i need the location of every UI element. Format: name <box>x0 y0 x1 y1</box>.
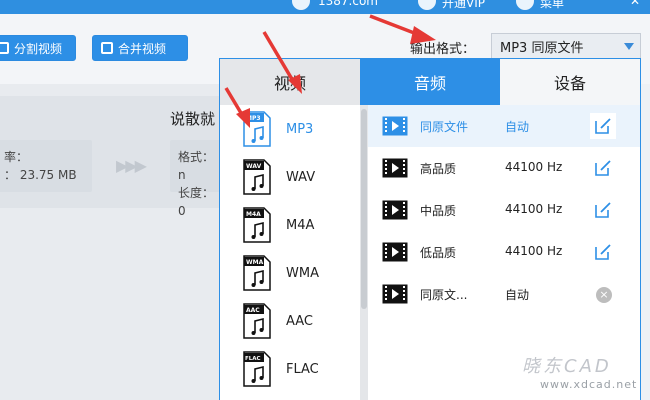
target-info-card: 格式：n 长度：0 <box>170 140 222 218</box>
format-label-m4a: M4A <box>286 217 315 233</box>
svg-text:WMA: WMA <box>246 259 264 266</box>
audio-preset-icon <box>382 242 408 262</box>
format-dialog: 视频 音频 设备 MP3 MP3 WAV WAV M4A M4A WMA WMA… <box>219 58 641 400</box>
quality-rate: 44100 Hz <box>505 202 563 216</box>
close-icon[interactable]: ✕ <box>630 0 640 8</box>
format-label-mp3: MP3 <box>286 121 314 137</box>
quality-row-original[interactable]: 同原文件 自动 <box>368 105 640 147</box>
quality-row-medium[interactable]: 中品质 44100 Hz <box>368 189 640 231</box>
quality-rate: 自动 <box>505 120 530 134</box>
vip-label[interactable]: 开通VIP <box>442 0 485 11</box>
audio-preset-icon <box>382 284 408 304</box>
edit-icon[interactable] <box>590 113 616 139</box>
source-info-line2: ： 23.75 MB <box>4 168 77 182</box>
menu-icon[interactable] <box>516 0 534 10</box>
format-label-aac: AAC <box>286 313 313 329</box>
format-item-wav[interactable]: WAV WAV <box>220 153 360 201</box>
chevron-down-icon <box>624 43 634 50</box>
format-item-aac[interactable]: AAC AAC <box>220 297 360 345</box>
format-item-wma[interactable]: WMA WMA <box>220 249 360 297</box>
edit-icon[interactable] <box>590 239 616 265</box>
split-video-button[interactable]: 分割视频 <box>0 35 76 61</box>
audio-preset-icon <box>382 158 408 178</box>
quality-rate: 自动 <box>505 288 530 302</box>
watermark-url: www.xdcad.net <box>540 378 638 391</box>
file-title: 说散就 <box>170 110 216 128</box>
quality-row-custom[interactable]: 同原文... 自动 × <box>368 273 640 315</box>
quality-name: 低品质 <box>420 246 457 260</box>
format-item-flac[interactable]: FLAC FLAC <box>220 345 360 393</box>
edit-icon[interactable] <box>590 197 616 223</box>
annotation-arrow-mp3 <box>224 87 250 128</box>
quality-row-high[interactable]: 高品质 44100 Hz <box>368 147 640 189</box>
vip-icon[interactable] <box>418 0 436 10</box>
annotation-arrow-output-format <box>369 14 436 44</box>
merge-icon <box>101 42 113 54</box>
merge-video-label: 合并视频 <box>118 41 167 56</box>
wma-file-icon: WMA <box>243 255 271 291</box>
format-item-m4a[interactable]: M4A M4A <box>220 201 360 249</box>
format-label-flac: FLAC <box>286 361 319 377</box>
format-list-scrollbar[interactable] <box>360 105 368 400</box>
svg-text:WAV: WAV <box>246 163 262 170</box>
title-bar: 1387.com 开通VIP 菜单 ✕ <box>0 0 650 14</box>
m4a-file-icon: M4A <box>243 207 271 243</box>
split-icon <box>0 42 9 54</box>
svg-text:M4A: M4A <box>246 211 261 218</box>
user-avatar-icon[interactable] <box>292 0 310 10</box>
merge-video-button[interactable]: 合并视频 <box>92 35 188 61</box>
audio-preset-icon <box>382 116 408 136</box>
quality-rate: 44100 Hz <box>505 160 563 174</box>
wav-file-icon: WAV <box>243 159 271 195</box>
source-info-card: 率： ： 23.75 MB <box>0 140 92 192</box>
tab-audio[interactable]: 音频 <box>360 59 500 105</box>
source-info-line1: 率： <box>4 150 29 164</box>
format-label-wma: WMA <box>286 265 319 281</box>
tab-device[interactable]: 设备 <box>500 59 640 105</box>
target-info-line2: 长度：0 <box>178 186 215 218</box>
edit-icon[interactable] <box>590 155 616 181</box>
audio-preset-icon <box>382 200 408 220</box>
convert-arrow-icon: ▶▶▶ <box>116 156 147 175</box>
quality-row-low[interactable]: 低品质 44100 Hz <box>368 231 640 273</box>
delete-icon[interactable]: × <box>596 287 612 303</box>
target-info-line1: 格式：n <box>178 150 215 182</box>
svg-text:FLAC: FLAC <box>245 356 261 362</box>
format-label-wav: WAV <box>286 169 316 185</box>
quality-name: 高品质 <box>420 162 457 176</box>
split-video-label: 分割视频 <box>14 41 63 56</box>
annotation-arrow-video-tab <box>262 31 302 94</box>
quality-name: 同原文件 <box>420 120 469 134</box>
watermark-logo: 晓东CAD <box>522 356 612 377</box>
quality-rate: 44100 Hz <box>505 244 563 258</box>
output-format-value: MP3 同原文件 <box>500 40 584 56</box>
aac-file-icon: AAC <box>243 303 271 339</box>
scrollbar-thumb[interactable] <box>361 109 367 309</box>
svg-text:AAC: AAC <box>246 307 260 314</box>
output-format-select[interactable]: MP3 同原文件 <box>491 33 641 59</box>
quality-name: 中品质 <box>420 204 457 218</box>
account-label[interactable]: 1387.com <box>318 0 378 8</box>
format-list: MP3 MP3 WAV WAV M4A M4A WMA WMA AAC AAC … <box>220 105 360 400</box>
quality-name: 同原文... <box>420 288 468 302</box>
flac-file-icon: FLAC <box>243 351 271 387</box>
menu-label[interactable]: 菜单 <box>540 0 564 11</box>
